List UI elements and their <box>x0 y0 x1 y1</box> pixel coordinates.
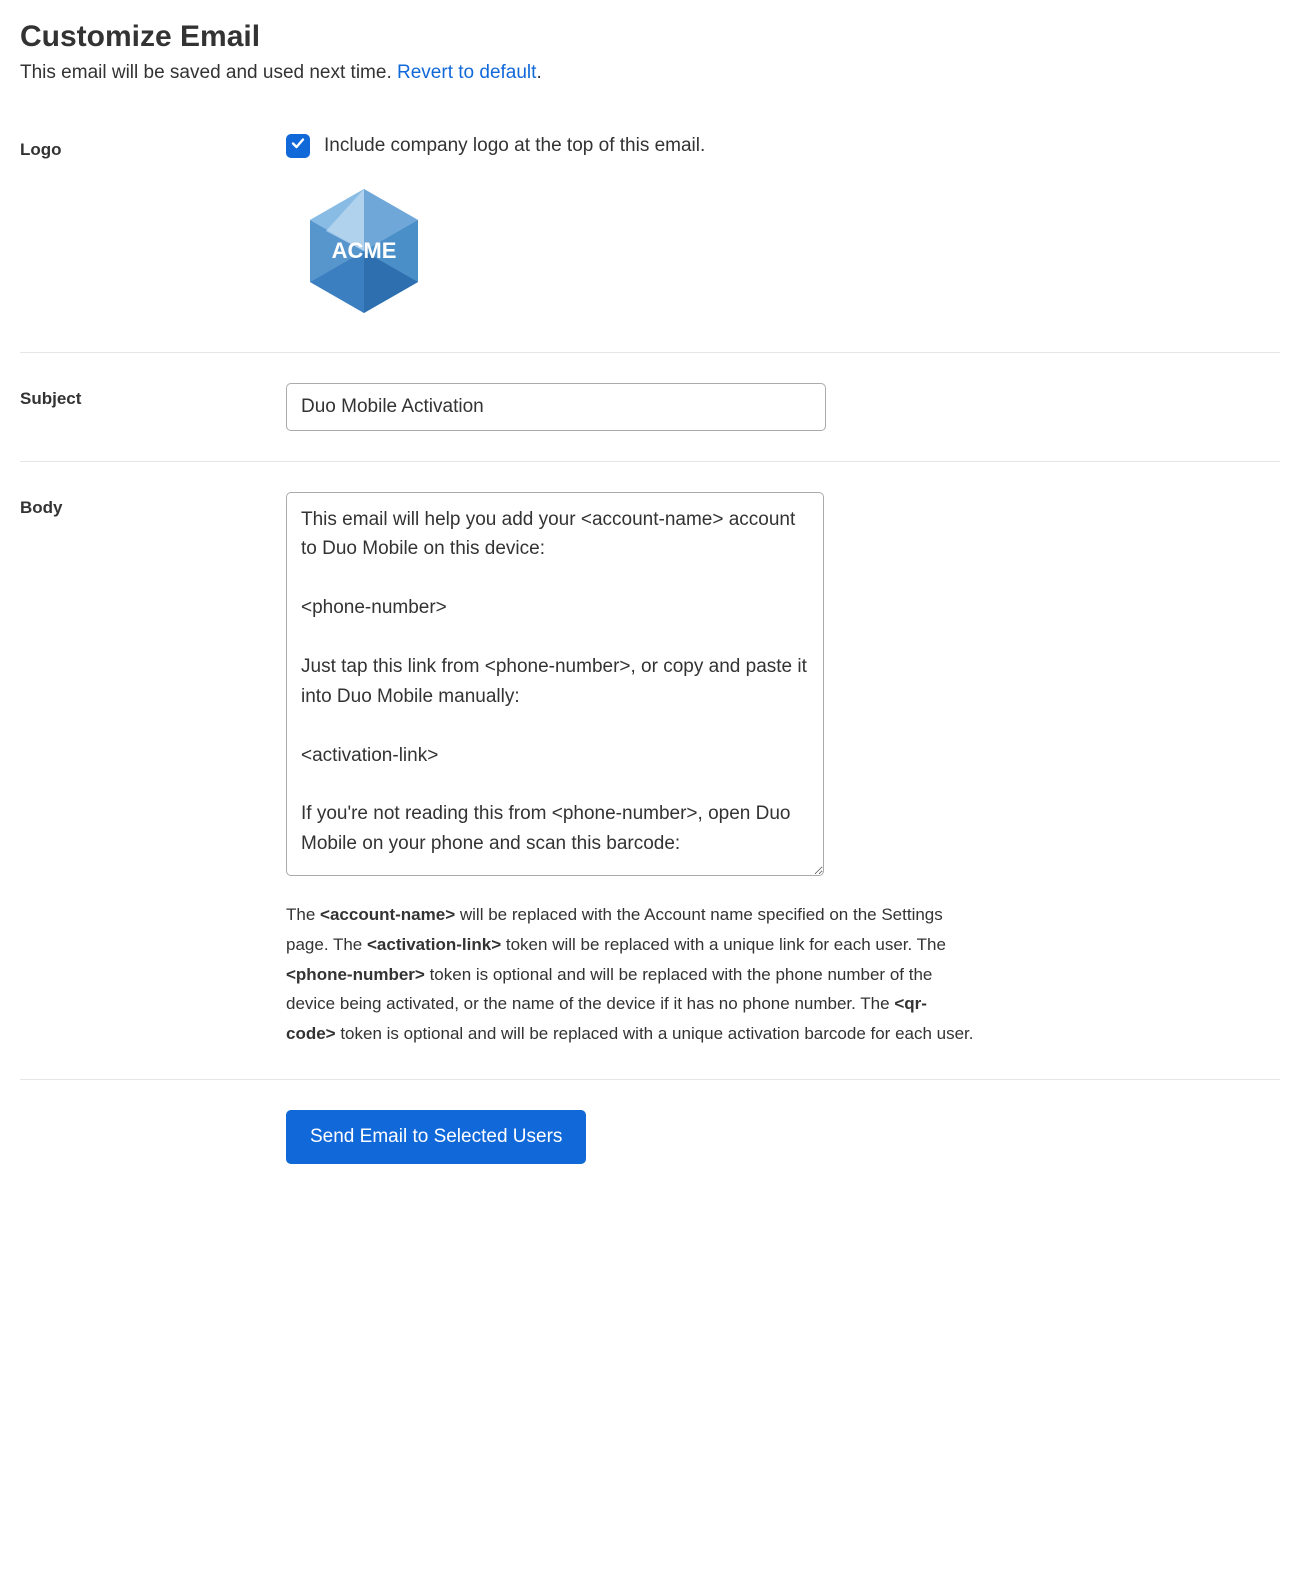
subtitle-text: This email will be saved and used next t… <box>20 62 397 83</box>
hexagon-logo-icon: ACME <box>306 186 422 316</box>
logo-preview: ACME <box>306 186 1280 322</box>
page-subtitle: This email will be saved and used next t… <box>20 62 1280 84</box>
logo-row: Logo Include company logo at the top of … <box>20 134 1280 353</box>
include-logo-checkbox[interactable] <box>286 134 310 158</box>
subject-label: Subject <box>20 383 286 431</box>
logo-label: Logo <box>20 134 286 322</box>
check-icon <box>290 135 306 157</box>
submit-row: Send Email to Selected Users <box>20 1110 1280 1164</box>
svg-text:ACME: ACME <box>332 238 397 263</box>
send-email-button[interactable]: Send Email to Selected Users <box>286 1110 586 1164</box>
body-textarea[interactable]: This email will help you add your <accou… <box>286 492 824 876</box>
body-help-text: The <account-name> will be replaced with… <box>286 900 976 1049</box>
revert-link[interactable]: Revert to default <box>397 62 536 83</box>
body-row: Body This email will help you add your <… <box>20 492 1280 1080</box>
subtitle-suffix: . <box>536 62 541 83</box>
page-title: Customize Email <box>20 20 1280 54</box>
include-logo-label: Include company logo at the top of this … <box>324 135 705 157</box>
subject-row: Subject <box>20 383 1280 462</box>
subject-input[interactable] <box>286 383 826 431</box>
body-label: Body <box>20 492 286 1049</box>
